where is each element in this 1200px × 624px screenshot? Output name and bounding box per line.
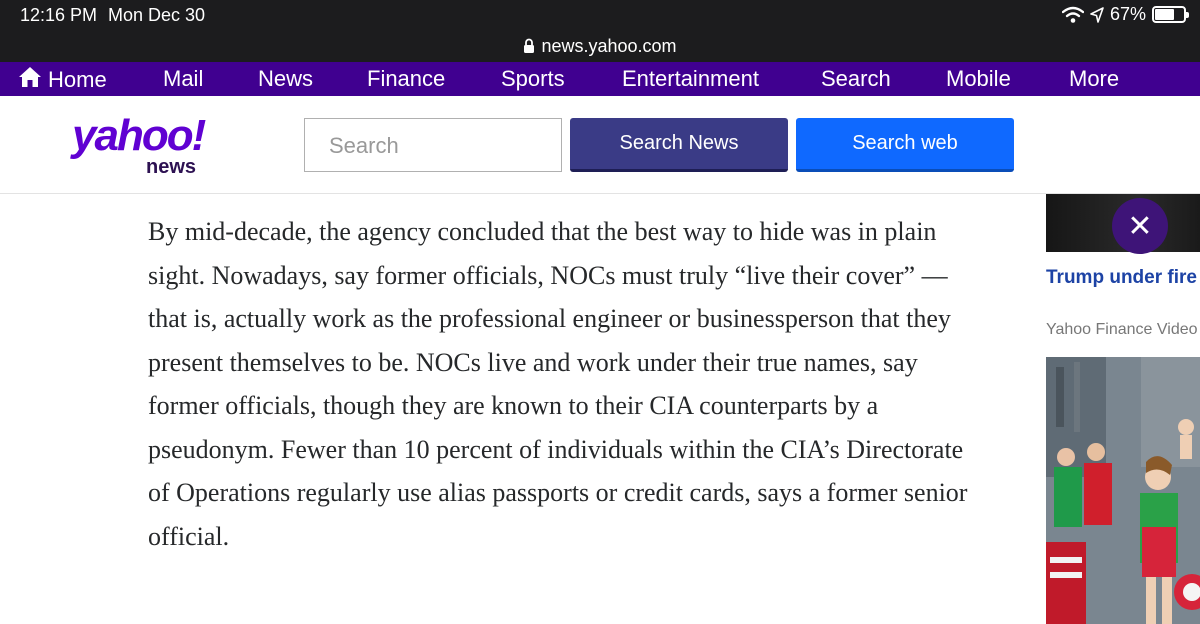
search-input[interactable]: Search [304, 118, 562, 172]
status-time: 12:16 PM [20, 5, 98, 25]
logo-yahoo: yahoo! [72, 111, 206, 160]
parade-photo-image [1046, 357, 1200, 624]
search-placeholder: Search [329, 133, 399, 158]
status-date: Mon Dec 30 [108, 5, 206, 25]
rail-source: Yahoo Finance Video [1046, 321, 1198, 338]
nav-more[interactable]: More [1069, 66, 1119, 92]
url-text: news.yahoo.com [541, 35, 677, 56]
article-body: By mid-decade, the agency concluded that… [148, 210, 988, 558]
logo-news: news [146, 156, 197, 178]
nav-sports[interactable]: Sports [501, 66, 565, 92]
close-video-button[interactable]: ✕ [1112, 198, 1168, 254]
close-icon: ✕ [1127, 209, 1153, 243]
nav-mail[interactable]: Mail [163, 66, 203, 92]
nav-news[interactable]: News [258, 66, 313, 92]
search-web-button[interactable]: Search web [796, 118, 1014, 172]
site-header: yahoo! news Search Search News Search we… [0, 96, 1200, 194]
yahoo-news-logo[interactable]: yahoo! news [72, 111, 206, 179]
location-arrow-icon [1090, 6, 1104, 23]
home-icon [19, 67, 41, 87]
nav-entertainment[interactable]: Entertainment [622, 66, 759, 92]
address-bar[interactable]: news.yahoo.com [0, 30, 1200, 62]
article-paragraph: By mid-decade, the agency concluded that… [148, 217, 968, 551]
status-indicators: 67% [1061, 4, 1189, 25]
rail-headline[interactable]: Trump under fire whistleblower [1046, 265, 1200, 290]
nav-mobile[interactable]: Mobile [946, 66, 1011, 92]
nav-home[interactable]: Home [18, 66, 107, 93]
battery-percent: 67% [1109, 4, 1146, 24]
wifi-icon [1061, 6, 1084, 23]
nav-home-label: Home [48, 67, 107, 92]
parade-photo[interactable] [1046, 357, 1200, 624]
nav-finance[interactable]: Finance [367, 66, 445, 92]
search-news-button[interactable]: Search News [570, 118, 788, 172]
battery-icon [1152, 6, 1189, 23]
top-nav: Home Mail News Finance Sports Entertainm… [0, 62, 1200, 96]
lock-icon [524, 38, 535, 53]
status-bar: 12:16 PM Mon Dec 30 67% [0, 0, 1200, 30]
nav-search[interactable]: Search [821, 66, 891, 92]
